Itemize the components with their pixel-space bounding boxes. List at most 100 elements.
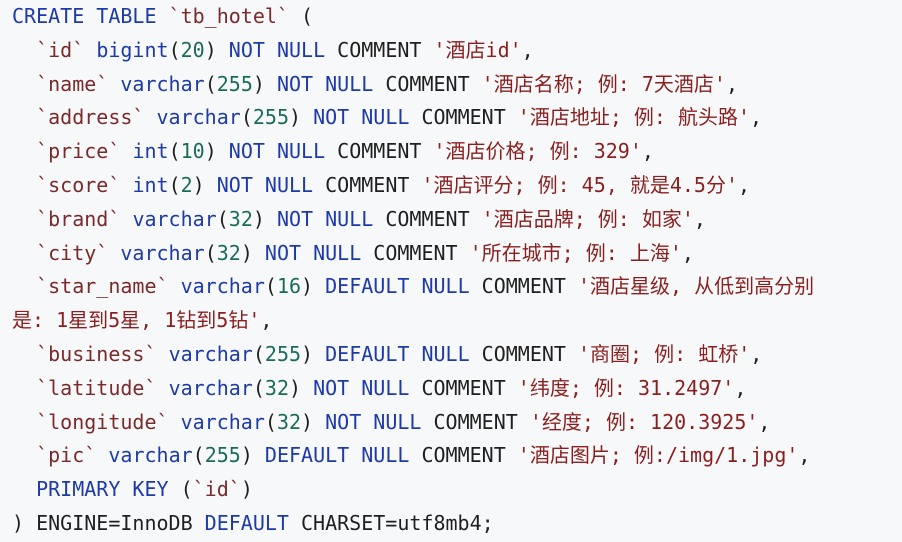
- code-token: DEFAULT NULL: [264, 443, 422, 468]
- code-token: 255: [204, 443, 241, 468]
- code-token: `pic`: [36, 443, 97, 468]
- code-token: (: [168, 172, 181, 197]
- code-token: ): [289, 375, 314, 400]
- code-token: ,: [681, 240, 694, 265]
- code-token: COMMENT: [373, 240, 470, 265]
- code-token: '商圈; 例: 虹桥': [578, 341, 751, 366]
- sql-code-block: CREATE TABLE `tb_hotel` ( `id` bigint(20…: [0, 0, 902, 542]
- code-token: ,: [521, 37, 534, 62]
- code-token: ,: [738, 172, 751, 197]
- code-token: ,: [693, 206, 706, 231]
- code-token: 32: [276, 409, 302, 434]
- code-token: varchar: [180, 409, 265, 434]
- code-line: ) ENGINE=InnoDB DEFAULT CHARSET=utf8mb4;: [12, 507, 894, 541]
- code-token: (: [252, 375, 265, 400]
- code-token: COMMENT: [481, 274, 578, 299]
- code-token: '酒店图片; 例:/img/1.jpg': [517, 443, 799, 468]
- code-line: `star_name` varchar(16) DEFAULT NULL COM…: [12, 270, 894, 304]
- code-token: `score`: [36, 172, 121, 197]
- code-token: 255: [252, 105, 289, 130]
- code-token: int: [132, 172, 169, 197]
- code-token: ): [301, 409, 326, 434]
- code-token: ): [240, 477, 253, 502]
- code-line: `name` varchar(255) NOT NULL COMMENT '酒店…: [12, 68, 894, 102]
- code-token: varchar: [168, 375, 253, 400]
- code-token: '酒店评分; 例: 45, 就是4.5分': [421, 172, 738, 197]
- code-token: '酒店品牌; 例: 如家': [481, 206, 694, 231]
- code-token: (: [264, 274, 277, 299]
- code-token: ): [301, 341, 326, 366]
- code-token: '酒店价格; 例: 329': [433, 139, 642, 164]
- code-token: COMMENT: [337, 139, 434, 164]
- code-token: varchar: [120, 71, 205, 96]
- code-token: `latitude`: [36, 375, 157, 400]
- code-token: COMMENT: [421, 105, 518, 130]
- code-token: (: [168, 139, 181, 164]
- code-token: NOT NULL: [216, 172, 326, 197]
- code-token: ): [204, 139, 229, 164]
- code-token: varchar: [108, 443, 193, 468]
- code-token: `city`: [36, 240, 109, 265]
- code-token: NOT NULL: [228, 37, 338, 62]
- code-token: `name`: [36, 71, 109, 96]
- code-token: '酒店星级, 从低到高分别: [578, 274, 815, 299]
- code-token: ,: [260, 308, 273, 333]
- code-line: PRIMARY KEY (`id`): [12, 473, 894, 507]
- code-line: 是: 1星到5星, 1钻到5钻',: [12, 304, 894, 338]
- code-token: '经度; 例: 120.3925': [529, 409, 759, 434]
- code-token: 是: 1星到5星, 1钻到5钻': [12, 308, 261, 333]
- code-token: NOT NULL: [325, 409, 434, 434]
- code-token: ,: [641, 139, 654, 164]
- code-token: COMMENT: [433, 409, 530, 434]
- code-token: ): [12, 510, 37, 535]
- code-line: `address` varchar(255) NOT NULL COMMENT …: [12, 101, 894, 135]
- code-token: COMMENT: [421, 375, 518, 400]
- code-token: NOT NULL: [313, 105, 422, 130]
- code-token: varchar: [132, 206, 217, 231]
- code-token: CHARSET=utf8mb4;: [301, 510, 494, 535]
- code-token: NOT NULL: [228, 139, 338, 164]
- code-token: ): [301, 274, 326, 299]
- code-token: ,: [750, 105, 763, 130]
- code-token: DEFAULT: [204, 510, 301, 535]
- code-line: `id` bigint(20) NOT NULL COMMENT '酒店id',: [12, 34, 894, 68]
- code-token: COMMENT: [481, 341, 578, 366]
- code-token: COMMENT: [421, 443, 518, 468]
- code-token: `longitude`: [36, 409, 169, 434]
- code-token: NOT NULL: [313, 375, 422, 400]
- code-token: 255: [216, 71, 253, 96]
- code-token: ,: [725, 71, 738, 96]
- code-token: varchar: [180, 274, 265, 299]
- code-token: DEFAULT NULL: [325, 274, 482, 299]
- code-token: '酒店id': [433, 37, 522, 62]
- code-token: (: [216, 206, 229, 231]
- code-token: 255: [264, 341, 302, 366]
- code-token: NOT NULL: [276, 206, 386, 231]
- code-token: varchar: [120, 240, 205, 265]
- code-token: '酒店名称; 例: 7天酒店': [481, 71, 726, 96]
- code-token: varchar: [168, 341, 253, 366]
- code-token: (: [252, 341, 265, 366]
- code-token: 32: [228, 206, 253, 231]
- code-token: CREATE TABLE: [12, 4, 169, 28]
- code-token: 10: [180, 139, 205, 164]
- code-token: (: [168, 37, 181, 62]
- code-token: ): [288, 105, 314, 130]
- code-token: (: [264, 409, 277, 434]
